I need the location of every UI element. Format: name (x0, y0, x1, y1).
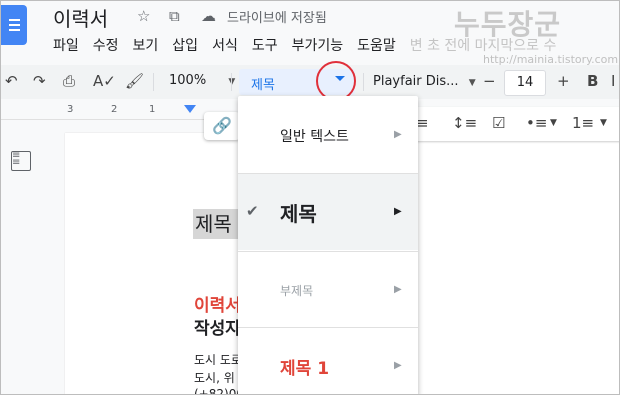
spellcheck-icon[interactable]: A✓ (93, 72, 116, 90)
menu-format[interactable]: 서식 (212, 35, 238, 55)
font-family-value: Playfair Dis... (373, 74, 459, 89)
toolbar: ↶ ↷ ⎙ A✓ 🖌 100% ▼ 제목 Playfair Dis... ▼ −… (1, 65, 619, 99)
submenu-arrow-icon: ▶ (394, 284, 402, 295)
indent-marker[interactable] (184, 105, 196, 113)
checklist-icon[interactable]: ☑ (492, 114, 505, 132)
last-edit-text[interactable]: 변 초 전에 마지막으로 수 (410, 35, 557, 55)
paragraph-style-value: 제목 (251, 78, 275, 93)
redo-icon[interactable]: ↷ (33, 72, 46, 90)
bulleted-list-caret-icon[interactable]: ▼ (550, 118, 557, 128)
style-option-subtitle[interactable]: 부제목 ▶ (238, 252, 418, 326)
author-line[interactable]: 작성자 (194, 314, 241, 339)
increase-font-size-icon[interactable]: + (557, 72, 570, 90)
toolbar-divider (231, 73, 232, 91)
submenu-arrow-icon: ▶ (394, 129, 402, 140)
document-outline-icon[interactable]: ≡ ≡ (11, 151, 31, 171)
insert-link-icon[interactable]: 🔗 (204, 112, 240, 140)
move-folder-icon[interactable]: ⧉ (169, 7, 180, 25)
star-icon[interactable]: ☆ (137, 7, 150, 25)
style-option-label: 제목 1 (280, 359, 330, 379)
font-family-select[interactable]: Playfair Dis... ▼ (373, 74, 476, 89)
document-title[interactable]: 이력서 (53, 3, 108, 32)
menu-view[interactable]: 보기 (133, 35, 159, 55)
resume-heading[interactable]: 이력서 (194, 291, 241, 316)
submenu-arrow-icon: ▶ (394, 360, 402, 371)
ruler-tick: 3 (67, 104, 74, 115)
menu-file[interactable]: 파일 (53, 35, 79, 55)
save-status: 드라이브에 저장됨 (227, 11, 327, 26)
style-option-heading-1[interactable]: 제목 1 ▶ (238, 328, 418, 394)
menu-bar: 파일 수정 보기 삽입 서식 도구 부가기능 도움말 변 초 전에 마지막으로 … (53, 35, 556, 55)
italic-button-partial[interactable]: I (611, 72, 615, 90)
menu-tools[interactable]: 도구 (252, 35, 278, 55)
ruler-tick: 2 (111, 104, 118, 115)
zoom-select[interactable]: 100% ▼ (169, 73, 235, 88)
menu-edit[interactable]: 수정 (93, 35, 119, 55)
font-size-input[interactable]: 14 (504, 70, 546, 96)
line-spacing-icon[interactable]: ↕≡ (452, 114, 477, 132)
ruler-tick: 1 (149, 104, 156, 115)
paragraph-style-dropdown: 일반 텍스트 ▶ ✔ 제목 ▶ 부제목 ▶ 제목 1 ▶ (238, 96, 418, 394)
numbered-list-caret-icon[interactable]: ▼ (600, 118, 607, 128)
font-family-caret-icon: ▼ (468, 78, 476, 88)
style-option-label: 부제목 (280, 284, 314, 298)
highlight-circle (316, 61, 356, 101)
address-line[interactable]: 도시 도로 (194, 351, 242, 368)
decrease-font-size-icon[interactable]: − (483, 72, 496, 90)
app-window: 이력서 ☆ ⧉ ☁ 드라이브에 저장됨 누두장군 http://mainia.t… (0, 0, 620, 395)
undo-icon[interactable]: ↶ (5, 72, 18, 90)
print-icon[interactable]: ⎙ (63, 72, 75, 90)
paint-format-icon[interactable]: 🖌 (125, 72, 144, 90)
secondary-toolbar: ≡ ↕≡ ☑ •≡ ▼ 1≡ ▼ (414, 107, 619, 141)
style-option-label: 제목 (280, 202, 317, 226)
submenu-arrow-icon: ▶ (394, 206, 402, 217)
menu-insert[interactable]: 삽입 (172, 35, 198, 55)
bold-button[interactable]: B (587, 72, 598, 90)
menu-help[interactable]: 도움말 (357, 35, 396, 55)
docs-logo-icon[interactable] (1, 5, 27, 45)
cloud-saved-icon: ☁ (201, 7, 216, 25)
toolbar-divider (363, 73, 364, 91)
style-option-title[interactable]: ✔ 제목 ▶ (238, 174, 418, 250)
toolbar-divider (153, 73, 154, 91)
style-option-label: 일반 텍스트 (280, 129, 349, 145)
bulleted-list-icon[interactable]: •≡ (526, 114, 547, 132)
style-option-normal-text[interactable]: 일반 텍스트 ▶ (238, 96, 418, 172)
checkmark-icon: ✔ (246, 202, 259, 220)
numbered-list-icon[interactable]: 1≡ (572, 114, 594, 132)
zoom-value: 100% (169, 73, 207, 88)
city-line[interactable]: 도시, 위 (194, 369, 235, 386)
menu-addons[interactable]: 부가기능 (292, 35, 344, 55)
phone-line[interactable]: (+82)00 (194, 387, 244, 394)
